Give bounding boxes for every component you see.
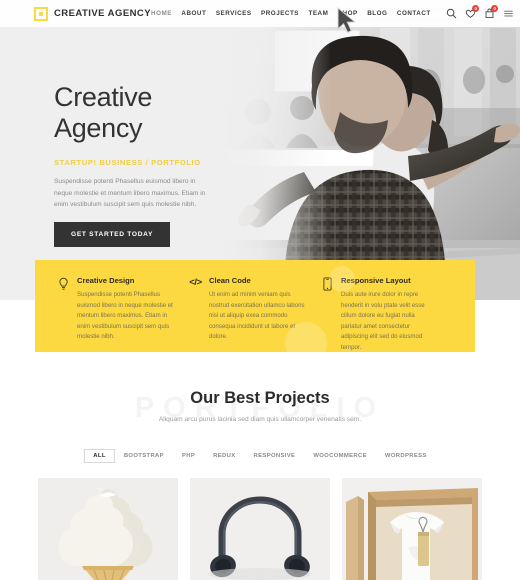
- logo[interactable]: CREATIVE AGENCY: [34, 6, 152, 21]
- nav-item-team[interactable]: TEAM: [309, 10, 329, 17]
- feature-responsive-layout: Responsive Layout Duis aute irure dolor …: [321, 276, 453, 352]
- nav-item-shop[interactable]: SHOP: [338, 10, 358, 17]
- hero-section: Creative Agency STARTUP! BUSINESS / PORTF…: [0, 0, 520, 300]
- logo-square-inner: [39, 11, 43, 16]
- filter-bootstrap[interactable]: BOOTSTRAP: [115, 449, 173, 463]
- projects-subheading: Aliquam arcu purus lacinia sed diam quis…: [158, 416, 362, 423]
- nav-item-projects[interactable]: PROJECTS: [261, 10, 299, 17]
- filter-php[interactable]: PHP: [173, 449, 204, 463]
- project-filter-tabs: ALL BOOTSTRAP PHP REDUX RESPONSIVE WOOCO…: [0, 449, 520, 463]
- cart-icon[interactable]: 0: [484, 5, 499, 19]
- filter-all[interactable]: ALL: [84, 449, 115, 463]
- hero-description: Suspendisse potenti Phasellus euismod li…: [54, 178, 206, 208]
- projects-heading: Our Best Projects: [190, 389, 330, 407]
- hamburger-menu-icon[interactable]: [503, 8, 514, 19]
- search-icon[interactable]: [446, 8, 457, 19]
- wishlist-heart-icon[interactable]: 0: [465, 5, 480, 19]
- code-brackets-icon: </>: [189, 277, 202, 288]
- hero-title-line-2: Agency: [54, 113, 143, 143]
- project-headphones[interactable]: [190, 478, 330, 580]
- features-bar: Creative Design Suspendisse potenti Phas…: [35, 260, 475, 364]
- site-header: CREATIVE AGENCY HOME ABOUT SERVICES PROJ…: [0, 0, 520, 27]
- feature-text: Ut enim ad minim veniam quis nostrud exe…: [208, 291, 305, 341]
- wishlist-badge: 0: [472, 5, 480, 12]
- hero-tagline: STARTUP! BUSINESS / PORTFOLIO: [54, 158, 201, 167]
- get-started-today-button[interactable]: GET STARTED TODAY: [54, 222, 171, 247]
- nav-item-about[interactable]: ABOUT: [181, 10, 206, 17]
- nav-item-contact[interactable]: CONTACT: [397, 10, 431, 17]
- feature-clean-code: </> Clean Code Ut enim ad minim veniam q…: [189, 276, 321, 352]
- nav-item-services[interactable]: SERVICES: [216, 10, 252, 17]
- hero-title: Creative Agency: [54, 82, 254, 144]
- filter-woocommerce[interactable]: WOOCOMMERCE: [304, 449, 376, 463]
- hero-copy: Creative Agency STARTUP! BUSINESS / PORTF…: [54, 82, 254, 211]
- logo-square-icon: [34, 6, 48, 21]
- feature-creative-design: Creative Design Suspendisse potenti Phas…: [57, 276, 189, 352]
- project-ice-cream[interactable]: [38, 478, 178, 580]
- lightbulb-icon: [57, 276, 70, 292]
- hero-title-line-1: Creative: [54, 82, 153, 112]
- logo-text: CREATIVE AGENCY: [54, 8, 152, 19]
- page-root: Creative Agency STARTUP! BUSINESS / PORTF…: [0, 0, 520, 580]
- project-tshirt-box[interactable]: [342, 478, 482, 580]
- cart-badge: 0: [491, 5, 499, 12]
- nav-item-home[interactable]: HOME: [151, 10, 172, 17]
- filter-redux[interactable]: REDUX: [204, 449, 244, 463]
- nav-item-blog[interactable]: BLOG: [367, 10, 387, 17]
- feature-title: Creative Design: [77, 276, 135, 285]
- main-navigation: HOME ABOUT SERVICES PROJECTS TEAM SHOP B…: [151, 5, 514, 19]
- filter-wordpress[interactable]: WORDPRESS: [376, 449, 436, 463]
- mobile-device-icon: [321, 276, 334, 292]
- projects-section: PORTFOLIO Our Best Projects Aliquam arcu…: [0, 368, 520, 580]
- filter-responsive[interactable]: RESPONSIVE: [245, 449, 305, 463]
- feature-title: Clean Code: [208, 276, 251, 285]
- header-icon-group: 0 0: [446, 5, 514, 19]
- feature-text: Duis aute irure dolor in repre henderit …: [340, 291, 425, 351]
- project-grid: [0, 478, 520, 580]
- feature-text: Suspendisse potenti Phasellus euismod li…: [77, 291, 173, 341]
- feature-title: Responsive Layout: [340, 276, 411, 285]
